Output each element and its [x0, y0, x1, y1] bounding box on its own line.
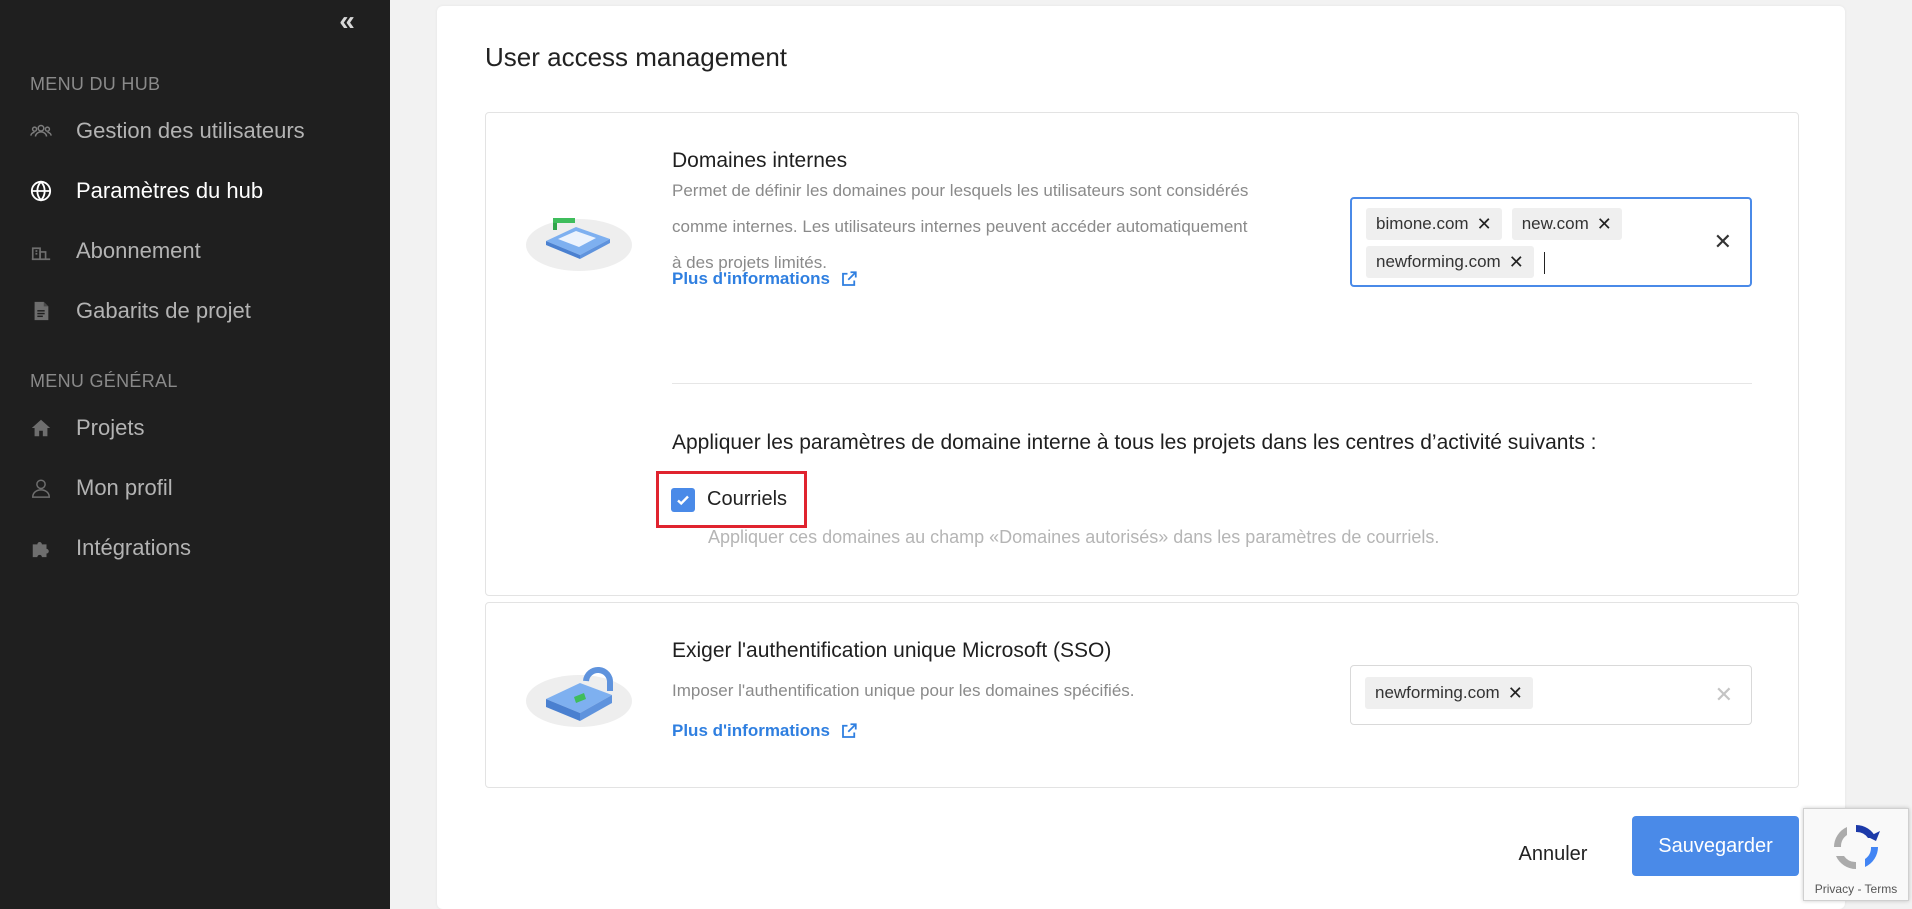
emails-checkbox-label[interactable]: Courriels [707, 488, 787, 511]
sidebar-item-subscription[interactable]: Abonnement [30, 231, 201, 271]
page-title: User access management [485, 42, 788, 72]
external-link-icon [842, 723, 857, 738]
users-icon [30, 120, 52, 142]
sidebar-item-label: Gabarits de projet [76, 298, 251, 323]
clear-all-icon[interactable]: ✕ [1714, 229, 1732, 255]
sidebar: « MENU DU HUB Gestion des utilisateurs P… [0, 0, 390, 909]
remove-tag-icon[interactable]: ✕ [1509, 252, 1524, 273]
internal-domains-title: Domaines internes [672, 149, 848, 172]
clear-all-icon[interactable]: ✕ [1715, 682, 1733, 708]
document-icon [30, 300, 52, 322]
domain-illustration-icon [524, 203, 634, 273]
sidebar-item-projects[interactable]: Projets [30, 408, 144, 448]
sso-description: Imposer l'authentification unique pour l… [672, 681, 1135, 700]
recaptcha-links[interactable]: Privacy - Terms [1804, 882, 1908, 896]
external-link-icon [842, 271, 857, 286]
apply-settings-title: Appliquer les paramètres de domaine inte… [672, 431, 1597, 454]
domain-tag: bimone.com ✕ [1366, 208, 1502, 240]
domain-tag: new.com ✕ [1511, 208, 1622, 240]
sso-more-info-link[interactable]: Plus d'informations [672, 721, 858, 741]
sidebar-item-label: Abonnement [76, 238, 201, 263]
sidebar-item-label: Intégrations [76, 535, 191, 560]
emails-checkbox[interactable] [671, 487, 695, 512]
tag-label: bimone.com [1376, 214, 1469, 233]
recaptcha-icon [1834, 825, 1880, 869]
sidebar-item-label: Paramètres du hub [76, 178, 264, 203]
description-line: comme internes. Les utilisateurs interne… [672, 217, 1248, 236]
internal-domains-panel: Domaines internes Permet de définir les … [485, 112, 1799, 596]
emails-checkbox-highlight: Courriels [656, 471, 807, 528]
domain-tag: newforming.com ✕ [1365, 677, 1533, 709]
collapse-sidebar-button[interactable]: « [334, 7, 360, 36]
tag-label: new.com [1521, 214, 1589, 233]
text-caret [1543, 252, 1545, 274]
save-button[interactable]: Sauvegarder [1632, 816, 1799, 876]
sidebar-item-label: Gestion des utilisateurs [76, 118, 305, 143]
remove-tag-icon[interactable]: ✕ [1477, 214, 1492, 235]
remove-tag-icon[interactable]: ✕ [1508, 683, 1523, 704]
internal-domains-more-info-link[interactable]: Plus d'informations [672, 269, 858, 289]
sso-domains-input[interactable]: newforming.com ✕ ✕ [1350, 665, 1752, 725]
sso-title: Exiger l'authentification unique Microso… [672, 639, 1112, 662]
subscription-icon [30, 240, 52, 262]
hub-menu-title: MENU DU HUB [30, 74, 161, 94]
divider [672, 383, 1752, 384]
description-line: Permet de définir les domaines pour lesq… [672, 181, 1249, 200]
tag-label: newforming.com [1376, 252, 1501, 271]
chevrons-left-icon: « [339, 5, 355, 36]
internal-domains-description: Permet de définir les domaines pour lesq… [672, 173, 1322, 281]
sidebar-item-integrations[interactable]: Intégrations [30, 528, 191, 568]
sidebar-item-user-management[interactable]: Gestion des utilisateurs [30, 111, 305, 151]
emails-checkbox-help: Appliquer ces domaines au champ «Domaine… [708, 527, 1440, 547]
sidebar-item-label: Projets [76, 415, 145, 440]
main-card: User access management Domaines internes… [437, 6, 1845, 909]
tag-label: newforming.com [1375, 683, 1500, 702]
internal-domains-input[interactable]: bimone.com ✕ new.com ✕ newforming.com ✕ … [1350, 197, 1752, 287]
cancel-button[interactable]: Annuler [1503, 824, 1603, 884]
sidebar-item-label: Mon profil [76, 475, 173, 500]
link-label: Plus d'informations [672, 269, 830, 288]
domain-tag: newforming.com ✕ [1366, 246, 1534, 278]
sidebar-item-project-templates[interactable]: Gabarits de projet [30, 291, 251, 331]
link-label: Plus d'informations [672, 721, 830, 740]
check-icon [677, 495, 689, 505]
sso-panel: Exiger l'authentification unique Microso… [485, 602, 1799, 788]
user-icon [30, 477, 52, 499]
puzzle-icon [30, 537, 52, 559]
remove-tag-icon[interactable]: ✕ [1597, 214, 1612, 235]
recaptcha-badge[interactable]: Privacy - Terms [1803, 808, 1909, 901]
sidebar-item-hub-settings[interactable]: Paramètres du hub [30, 171, 263, 211]
globe-icon [30, 180, 52, 202]
general-menu-title: MENU GÉNÉRAL [30, 371, 178, 391]
sidebar-item-my-profile[interactable]: Mon profil [30, 468, 173, 508]
home-icon [30, 417, 52, 439]
lock-illustration-icon [524, 663, 634, 733]
